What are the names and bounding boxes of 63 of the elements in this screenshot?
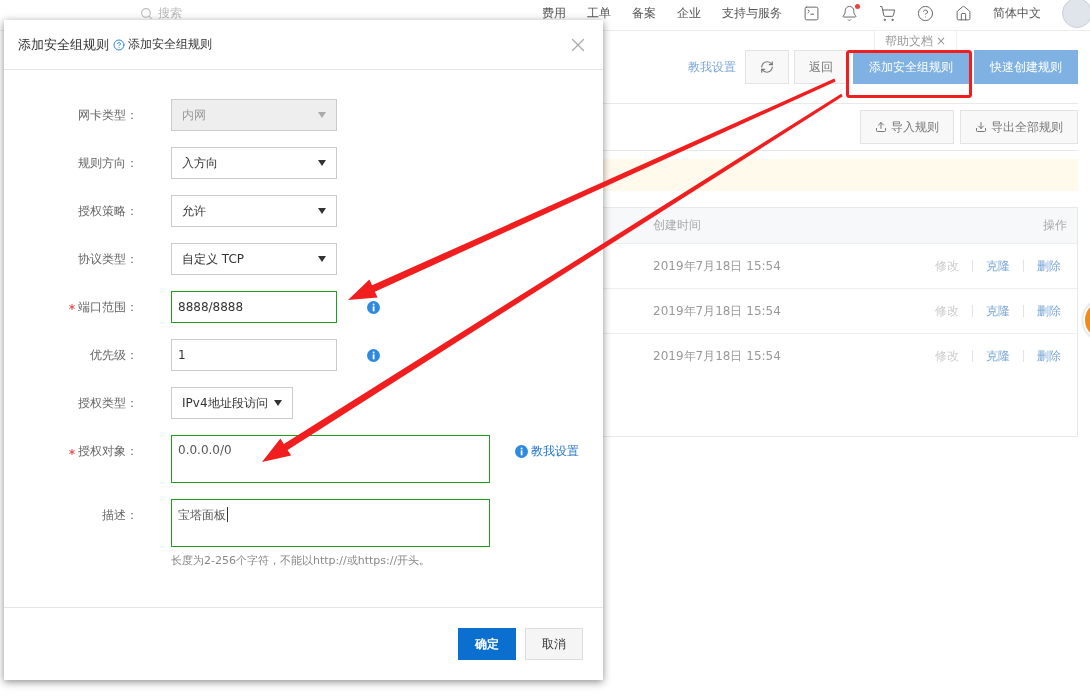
select-field[interactable]: 入方向 — [171, 147, 337, 179]
action-link[interactable]: 克隆 — [986, 302, 1010, 320]
help-link[interactable]: 添加安全组规则 — [113, 36, 212, 53]
cart-icon[interactable] — [879, 4, 896, 22]
nav-link[interactable]: 工单 — [587, 6, 611, 20]
caret-icon — [318, 208, 326, 214]
nav-link[interactable]: 备案 — [632, 6, 656, 20]
field-label: 端口范围： — [78, 298, 138, 316]
refresh-button[interactable] — [745, 50, 789, 84]
help-icon — [113, 38, 125, 51]
caret-icon — [318, 256, 326, 262]
nav-link[interactable]: 费用 — [542, 6, 566, 20]
select-field[interactable]: IPv4地址段访问 — [171, 387, 293, 419]
field-label: 协议类型： — [78, 250, 138, 268]
export-button[interactable]: 导出全部规则 — [960, 110, 1078, 144]
action-link[interactable]: 克隆 — [986, 347, 1010, 365]
home-icon[interactable] — [955, 4, 972, 22]
select-field[interactable]: 自定义 TCP — [171, 243, 337, 275]
field-label: 优先级： — [90, 346, 138, 364]
tooltip-text: 帮助文档 — [885, 32, 933, 50]
nav-link[interactable]: 企业 — [677, 6, 701, 20]
caret-icon — [318, 112, 326, 118]
column-header: 操作 — [1043, 217, 1067, 234]
caret-icon — [318, 160, 326, 166]
action-link[interactable]: 删除 — [1037, 257, 1061, 275]
caret-icon — [274, 400, 282, 406]
field-label: 描述： — [102, 507, 138, 524]
input-field[interactable]: 8888/8888 — [171, 291, 337, 323]
nav-link[interactable]: 支持与服务 — [722, 6, 782, 20]
field-label: 网卡类型： — [78, 106, 138, 124]
bell-icon[interactable] — [841, 4, 858, 22]
text-area[interactable]: 0.0.0.0/0 — [171, 435, 490, 483]
upload-icon — [875, 121, 887, 133]
column-header: 创建时间 — [653, 217, 701, 234]
confirm-button[interactable]: 确定 — [458, 628, 516, 660]
action-link[interactable]: 删除 — [1037, 302, 1061, 320]
info-icon — [515, 445, 528, 458]
help-link[interactable]: 教我设置 — [515, 443, 579, 460]
field-label: 授权对象： — [78, 443, 138, 460]
refresh-icon — [760, 60, 774, 74]
teach-link[interactable]: 教我设置 — [688, 58, 736, 76]
text-area[interactable]: 宝塔面板 — [171, 499, 490, 547]
back-button[interactable]: 返回 — [794, 50, 848, 84]
terminal-icon[interactable] — [803, 4, 820, 22]
table-cell: 2019年7月18日 15:54 — [653, 302, 781, 320]
cancel-button[interactable]: 取消 — [525, 628, 583, 660]
help-icon[interactable] — [917, 4, 934, 22]
search-icon — [140, 6, 153, 20]
download-icon — [975, 121, 987, 133]
language-link[interactable]: 简体中文 — [993, 6, 1041, 20]
table-cell: 2019年7月18日 15:54 — [653, 257, 781, 275]
import-button[interactable]: 导入规则 — [860, 110, 954, 144]
field-label: 授权策略： — [78, 202, 138, 220]
field-label: 授权类型： — [78, 394, 138, 412]
select-field[interactable]: 允许 — [171, 195, 337, 227]
close-button[interactable]: × — [936, 34, 947, 48]
table-cell: 2019年7月18日 15:54 — [653, 347, 781, 365]
action-link[interactable]: 克隆 — [986, 257, 1010, 275]
field-hint: 长度为2-256个字符，不能以http://或https://开头。 — [171, 553, 432, 568]
dialog-title: 添加安全组规则 — [18, 35, 109, 54]
input-field[interactable]: 1 — [171, 339, 337, 371]
field-label: 规则方向： — [78, 154, 138, 172]
action-link[interactable]: 删除 — [1037, 347, 1061, 365]
